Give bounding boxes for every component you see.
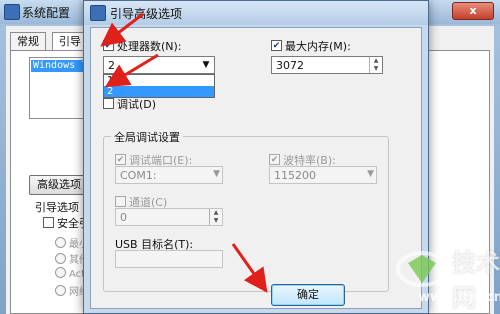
advanced-options-button[interactable]: 高级选项 — [29, 175, 89, 195]
chevron-down-icon[interactable]: ▼ — [198, 57, 214, 73]
debug-checkbox[interactable] — [103, 98, 114, 109]
spin-down-icon[interactable]: ▼ — [209, 217, 222, 225]
channel-checkbox[interactable] — [115, 196, 126, 207]
spin-up-icon[interactable]: ▲ — [369, 57, 382, 65]
watermark-logo-icon — [396, 251, 448, 287]
checkbox-box[interactable] — [43, 217, 54, 228]
debug-port-dropdown[interactable]: COM1: ▼ — [115, 166, 223, 184]
max-memory-spinbox[interactable]: 3072 ▲ ▼ — [271, 56, 383, 74]
debug-label: 调试(D) — [117, 98, 157, 111]
max-memory-label: 最大内存(M): — [285, 40, 351, 53]
spin-up-icon[interactable]: ▲ — [209, 209, 222, 217]
baud-rate-checkbox[interactable] — [269, 154, 280, 165]
baud-rate-dropdown[interactable]: 115200 ▼ — [269, 166, 377, 184]
watermark-url: www.itjs.cn — [418, 290, 500, 305]
close-button[interactable]: x — [452, 2, 494, 20]
tab-general[interactable]: 常规 — [10, 32, 46, 51]
dialog-client-area: 处理器数(N): 最大内存(M): 2 ▼ 1 2 3072 ▲ ▼ 调试(D)… — [90, 27, 422, 309]
dialog-title: 引导高级选项 — [110, 7, 183, 21]
chevron-down-icon[interactable]: ▼ — [367, 169, 374, 179]
global-debug-settings-title: 全局调试设置 — [111, 129, 183, 145]
max-memory-checkbox[interactable] — [271, 40, 282, 51]
processors-checkbox[interactable] — [103, 40, 114, 51]
processors-selected-value: 2 — [108, 59, 115, 72]
baud-rate-value: 115200 — [274, 169, 316, 182]
boot-advanced-options-dialog: 引导高级选项 处理器数(N): 最大内存(M): 2 ▼ 1 2 3072 ▲ … — [83, 0, 429, 314]
dropdown-option[interactable]: 1 — [104, 75, 214, 86]
dialog-icon — [90, 5, 106, 21]
max-memory-value: 3072 — [276, 59, 304, 72]
radio-active-directory[interactable]: Act — [55, 267, 85, 280]
usb-target-input[interactable] — [115, 250, 223, 268]
boot-options-label: 引导选项 — [35, 201, 79, 214]
spin-down-icon[interactable]: ▼ — [369, 65, 382, 73]
channel-value: 0 — [120, 211, 127, 224]
dialog-titlebar: 引导高级选项 — [84, 1, 428, 25]
debug-port-value: COM1: — [120, 169, 157, 182]
processors-dropdown-list[interactable]: 1 2 — [103, 74, 215, 98]
processors-label: 处理器数(N): — [117, 40, 182, 53]
processors-dropdown[interactable]: 2 ▼ — [103, 56, 215, 74]
app-icon — [4, 4, 20, 20]
background-window-title: 系统配置 — [22, 6, 71, 20]
chevron-down-icon[interactable]: ▼ — [213, 169, 220, 179]
ok-button[interactable]: 确定 — [271, 284, 345, 306]
debug-port-checkbox[interactable] — [115, 154, 126, 165]
channel-spinbox[interactable]: 0 ▲ ▼ — [115, 208, 223, 226]
